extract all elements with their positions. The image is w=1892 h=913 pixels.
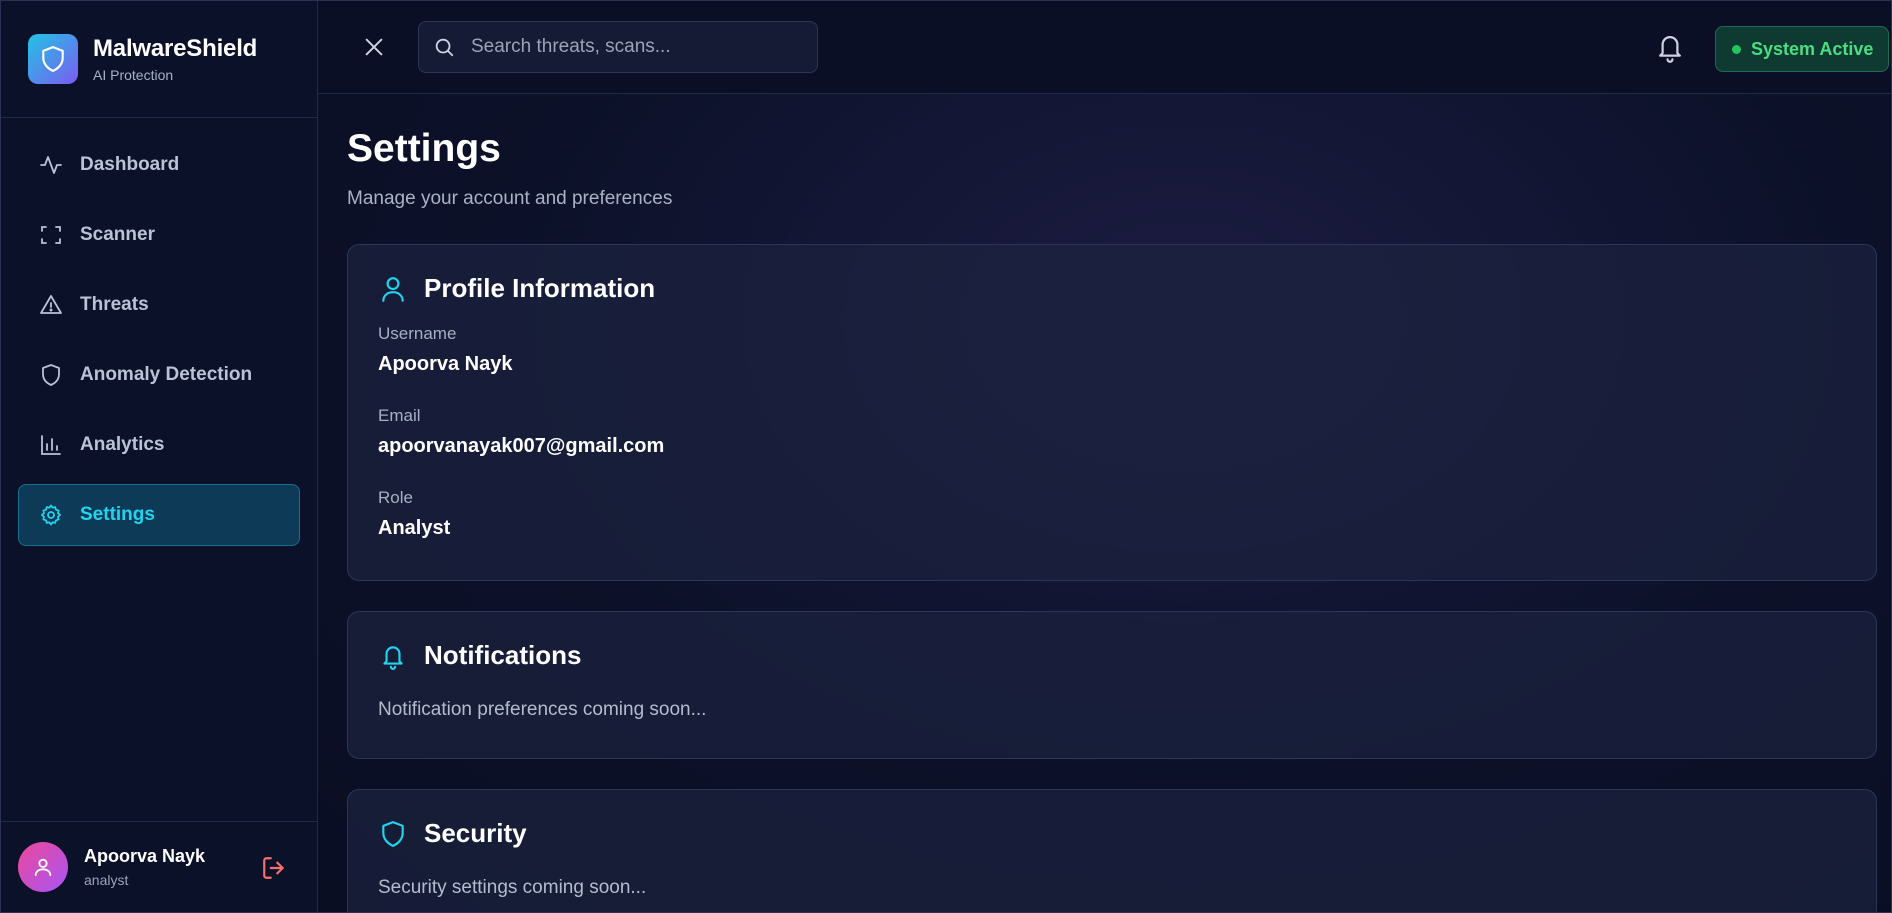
sidebar-item-threats[interactable]: Threats (18, 274, 300, 336)
field-label: Email (378, 406, 421, 425)
settings-page: Settings Manage your account and prefere… (318, 94, 1891, 912)
notifications-card: Notifications Notification preferences c… (347, 611, 1877, 759)
email-field: Email apoorvanayak007@gmail.com (378, 406, 1846, 458)
field-label: Username (378, 324, 457, 343)
status-label: System Active (1751, 38, 1874, 59)
topbar: System Active (318, 1, 1891, 94)
notifications-card-title: Notifications (424, 640, 582, 670)
warning-icon (38, 292, 64, 318)
sidebar-item-dashboard[interactable]: Dashboard (18, 134, 300, 196)
scan-icon (38, 222, 64, 248)
sidebar-nav: Dashboard Scanner Threats Anomaly Detect… (1, 118, 317, 546)
avatar[interactable] (18, 842, 68, 892)
profile-card: Profile Information Username Apoorva Nay… (347, 244, 1877, 581)
field-value: apoorvanayak007@gmail.com (378, 435, 665, 457)
sidebar-item-anomaly-detection[interactable]: Anomaly Detection (18, 344, 300, 406)
notifications-text: Notification preferences coming soon... (378, 699, 707, 720)
role-field: Role Analyst (378, 488, 1846, 540)
sidebar-item-label: Settings (80, 504, 155, 525)
shield-icon (378, 819, 408, 849)
profile-card-title: Profile Information (424, 273, 656, 303)
sidebar: MalwareShield AI Protection Dashboard Sc… (1, 1, 318, 912)
main-content: System Active Settings Manage your accou… (318, 1, 1891, 912)
search-input[interactable] (471, 36, 791, 58)
sidebar-item-label: Threats (80, 294, 149, 315)
security-card: Security Security settings coming soon..… (347, 789, 1877, 912)
username-field: Username Apoorva Nayk (378, 324, 1846, 376)
user-name: Apoorva Nayk (84, 846, 206, 866)
logout-icon[interactable] (261, 855, 287, 881)
brand-subtitle: AI Protection (93, 67, 174, 83)
field-label: Role (378, 488, 413, 507)
brand-name: MalwareShield (93, 35, 258, 62)
bell-icon (378, 641, 408, 671)
sidebar-item-label: Anomaly Detection (80, 364, 253, 385)
search-box (418, 21, 818, 73)
gear-icon (38, 502, 64, 528)
sidebar-item-analytics[interactable]: Analytics (18, 414, 300, 476)
sidebar-item-label: Scanner (80, 224, 155, 245)
shield-icon (38, 362, 64, 388)
brand: MalwareShield AI Protection (1, 1, 317, 118)
sidebar-item-scanner[interactable]: Scanner (18, 204, 300, 266)
sidebar-item-label: Analytics (80, 434, 165, 455)
activity-icon (38, 152, 64, 178)
field-value: Apoorva Nayk (378, 353, 513, 375)
app-window: MalwareShield AI Protection Dashboard Sc… (0, 0, 1892, 913)
status-badge: System Active (1715, 26, 1890, 72)
bar-chart-icon (38, 432, 64, 458)
shield-logo-icon (28, 34, 78, 84)
status-dot-icon (1732, 44, 1741, 54)
user-panel: Apoorva Nayk analyst (1, 821, 317, 912)
sidebar-item-label: Dashboard (80, 154, 180, 175)
security-text: Security settings coming soon... (378, 877, 647, 898)
close-icon[interactable] (360, 33, 388, 61)
page-subtitle: Manage your account and preferences (347, 188, 673, 209)
search-icon (433, 35, 457, 59)
field-value: Analyst (378, 517, 451, 539)
sidebar-item-settings[interactable]: Settings (18, 484, 300, 546)
user-icon (378, 274, 408, 304)
user-role: analyst (84, 872, 129, 888)
bell-icon[interactable] (1655, 31, 1685, 63)
security-card-title: Security (424, 818, 527, 848)
page-title: Settings (347, 127, 501, 170)
